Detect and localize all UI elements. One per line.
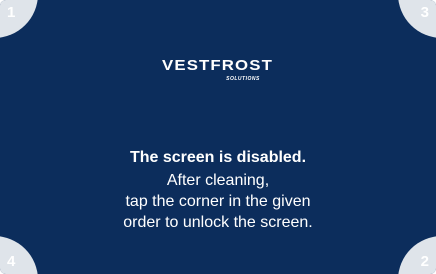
instruction-line: order to unlock the screen. xyxy=(123,214,313,231)
screen-disabled-title: The screen is disabled. xyxy=(129,149,307,166)
corner-number-bottom-left: 4 xyxy=(7,253,16,270)
corner-button-top-right[interactable]: 3 xyxy=(398,0,436,38)
instruction-line: tap the corner in the given xyxy=(125,193,311,210)
corner-number-top-left: 1 xyxy=(7,4,16,21)
unlock-instructions: After cleaning, tap the corner in the gi… xyxy=(0,170,436,233)
corner-number-top-right: 3 xyxy=(420,4,429,21)
corner-button-bottom-left[interactable]: 4 xyxy=(0,236,38,274)
corner-button-top-left[interactable]: 1 xyxy=(0,0,38,38)
logo-tagline: SOLUTIONS xyxy=(226,76,260,82)
logo-brand-text: VESTFROST xyxy=(162,57,274,74)
brand-logo: VESTFROST SOLUTIONS xyxy=(0,57,436,83)
corner-number-bottom-right: 2 xyxy=(420,253,429,270)
instruction-line: After cleaning, xyxy=(166,172,270,189)
lock-screen: 1 3 4 2 VESTFROST SOLUTIONS The screen i… xyxy=(0,0,436,274)
corner-button-bottom-right[interactable]: 2 xyxy=(398,236,436,274)
